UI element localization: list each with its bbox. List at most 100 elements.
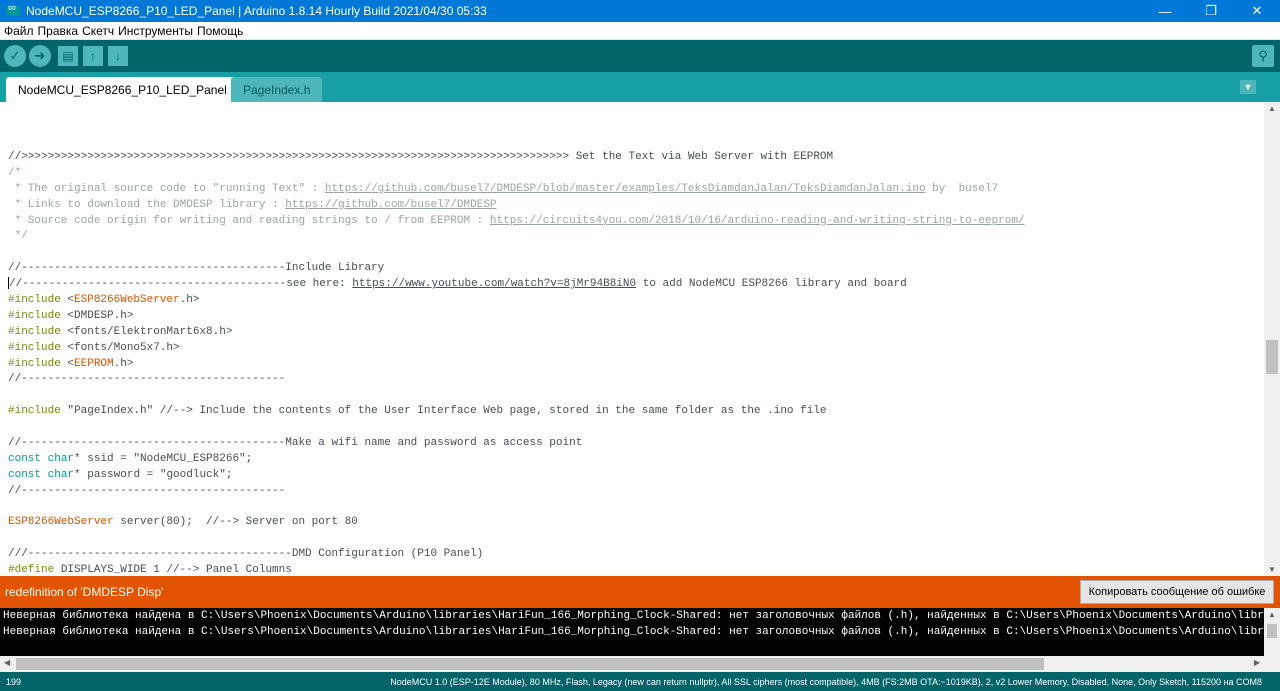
code-token: * ssid = "NodeMCU_ESP8266"; bbox=[74, 452, 253, 465]
code-token: #include bbox=[8, 357, 61, 370]
code-editor[interactable]: //>>>>>>>>>>>>>>>>>>>>>>>>>>>>>>>>>>>>>>… bbox=[0, 102, 1264, 576]
console-output[interactable]: Неверная библиотека найдена в C:\Users\P… bbox=[0, 608, 1264, 656]
console-vertical-scrollbar[interactable]: ▲ bbox=[1264, 608, 1280, 656]
code-line: //--------------------------------------… bbox=[8, 436, 1025, 452]
code-line: * Source code origin for writing and rea… bbox=[8, 214, 1025, 230]
arduino-logo-icon bbox=[6, 2, 20, 16]
code-token: <fonts/ElektronMart6x8.h> bbox=[60, 325, 233, 338]
code-token: //--------------------------------------… bbox=[9, 278, 353, 291]
code-line: #include <EEPROM.h> bbox=[8, 357, 1025, 373]
code-token[interactable]: https://github.com/busel7/DMDESP/blob/ma… bbox=[325, 183, 926, 195]
copy-error-button[interactable]: Копировать сообщение об ошибке bbox=[1080, 580, 1274, 604]
new-sketch-button[interactable]: ▤ bbox=[58, 46, 78, 66]
code-token: .h> bbox=[113, 357, 134, 370]
toolbar: ✓ ➜ ▤ ↑ ↓ ⚲ bbox=[0, 40, 1280, 72]
code-line: #include <fonts/ElektronMart6x8.h> bbox=[8, 325, 1025, 341]
code-token: by busel7 bbox=[925, 182, 999, 195]
scroll-left-icon[interactable]: ◀ bbox=[4, 658, 10, 667]
code-token: #include bbox=[8, 405, 61, 418]
code-token[interactable]: https://circuits4you.com/2018/10/16/ardu… bbox=[490, 215, 1025, 227]
arrow-up-icon: ↑ bbox=[90, 49, 96, 63]
close-button[interactable]: ✕ bbox=[1234, 0, 1280, 22]
status-bar: 199 NodeMCU 1.0 (ESP-12E Module), 80 MHz… bbox=[0, 672, 1280, 691]
menu-file[interactable]: Файл bbox=[4, 24, 38, 38]
checkmark-icon: ✓ bbox=[9, 48, 21, 63]
chevron-down-icon: ▼ bbox=[1243, 82, 1253, 92]
code-token: "PageIndex.h" //--> Include the contents… bbox=[60, 405, 827, 418]
restore-button[interactable]: ❐ bbox=[1188, 0, 1234, 22]
code-token: */ bbox=[8, 230, 28, 243]
code-line: ESP8266WebServer server(80); //--> Serve… bbox=[8, 515, 1025, 531]
window-title: NodeMCU_ESP8266_P10_LED_Panel | Arduino … bbox=[26, 4, 487, 18]
code-token: //--------------------------------------… bbox=[8, 262, 385, 275]
code-token: * Source code origin for writing and rea… bbox=[8, 214, 490, 227]
code-token: * The original source code to "running T… bbox=[8, 182, 325, 195]
code-line: * The original source code to "running T… bbox=[8, 182, 1025, 198]
code-line: #include <fonts/Mono5x7.h> bbox=[8, 341, 1025, 357]
code-line: const char* password = "goodluck"; bbox=[8, 468, 1025, 484]
code-token: #include bbox=[8, 341, 61, 354]
scroll-thumb[interactable] bbox=[1267, 624, 1277, 638]
scroll-thumb[interactable] bbox=[16, 658, 1044, 670]
code-token: //>>>>>>>>>>>>>>>>>>>>>>>>>>>>>>>>>>>>>>… bbox=[8, 151, 834, 163]
save-sketch-button[interactable]: ↓ bbox=[108, 46, 128, 66]
menu-tools[interactable]: Инструменты bbox=[118, 24, 197, 38]
code-line: //--------------------------------------… bbox=[8, 277, 1025, 293]
code-line: #define DISPLAYS_WIDE 1 //--> Panel Colu… bbox=[8, 563, 1025, 576]
code-line: */ bbox=[8, 229, 1025, 245]
minimize-button[interactable]: — bbox=[1142, 0, 1188, 22]
code-token: //--------------------------------------… bbox=[8, 437, 583, 450]
scroll-right-icon[interactable]: ▶ bbox=[1254, 658, 1260, 667]
code-token: char bbox=[47, 452, 75, 465]
code-line: //>>>>>>>>>>>>>>>>>>>>>>>>>>>>>>>>>>>>>>… bbox=[8, 150, 1025, 166]
code-token: //--------------------------------------… bbox=[8, 484, 286, 497]
code-token: ESP8266WebServer bbox=[74, 294, 180, 307]
scroll-up-icon[interactable]: ▲ bbox=[1268, 610, 1276, 619]
menu-edit[interactable]: Правка bbox=[38, 24, 83, 38]
menu-sketch[interactable]: Скетч bbox=[82, 24, 118, 38]
open-sketch-button[interactable]: ↑ bbox=[83, 46, 103, 66]
code-line: /* bbox=[8, 166, 1025, 182]
editor-vertical-scrollbar[interactable]: ▲ ▼ bbox=[1264, 102, 1280, 576]
board-info: NodeMCU 1.0 (ESP-12E Module), 80 MHz, Fl… bbox=[390, 676, 1262, 687]
menu-bar: Файл Правка Скетч Инструменты Помощь bbox=[0, 22, 1280, 40]
code-token: <DMDESP.h> bbox=[60, 309, 134, 322]
code-line: #include <ESP8266WebServer.h> bbox=[8, 293, 1025, 309]
scroll-thumb[interactable] bbox=[1266, 340, 1278, 374]
scroll-up-icon[interactable]: ▲ bbox=[1268, 104, 1276, 113]
menu-help[interactable]: Помощь bbox=[197, 24, 247, 38]
arrow-down-icon: ↓ bbox=[115, 49, 121, 63]
code-token: const bbox=[8, 452, 42, 465]
code-token: #include bbox=[8, 325, 61, 338]
code-token: <fonts/Mono5x7.h> bbox=[60, 341, 180, 354]
code-text[interactable]: //>>>>>>>>>>>>>>>>>>>>>>>>>>>>>>>>>>>>>>… bbox=[8, 150, 1025, 576]
code-token: * Links to download the DMDESP library : bbox=[8, 198, 286, 211]
console-line: Неверная библиотека найдена в C:\Users\P… bbox=[3, 610, 1264, 622]
code-token[interactable]: https://www.youtube.com/watch?v=8jMr94B8… bbox=[352, 278, 636, 290]
console-line: Неверная библиотека найдена в C:\Users\P… bbox=[3, 626, 1264, 638]
tab-main-sketch[interactable]: NodeMCU_ESP8266_P10_LED_Panel bbox=[6, 77, 239, 102]
title-bar: NodeMCU_ESP8266_P10_LED_Panel | Arduino … bbox=[0, 0, 1280, 22]
code-token: to add NodeMCU ESP8266 library and board bbox=[636, 278, 907, 291]
serial-monitor-button[interactable]: ⚲ bbox=[1252, 45, 1274, 67]
error-bar: redefinition of 'DMDESP Disp' Копировать… bbox=[0, 576, 1280, 608]
code-line: const char* ssid = "NodeMCU_ESP8266"; bbox=[8, 452, 1025, 468]
tab-menu-button[interactable]: ▼ bbox=[1240, 80, 1256, 94]
line-number: 199 bbox=[6, 676, 22, 687]
error-message: redefinition of 'DMDESP Disp' bbox=[5, 585, 164, 599]
tab-pageindex[interactable]: PageIndex.h bbox=[231, 77, 323, 102]
code-token: #include bbox=[8, 294, 61, 307]
code-token[interactable]: https://github.com/busel7/DMDESP bbox=[285, 199, 496, 211]
code-token: char bbox=[47, 468, 75, 481]
console-horizontal-scrollbar[interactable]: ◀ ▶ bbox=[0, 656, 1280, 672]
verify-button[interactable]: ✓ bbox=[4, 45, 26, 67]
upload-button[interactable]: ➜ bbox=[29, 45, 51, 67]
code-line: ///-------------------------------------… bbox=[8, 547, 1025, 563]
document-icon: ▤ bbox=[62, 49, 74, 63]
code-token: .h> bbox=[179, 294, 200, 307]
code-line: * Links to download the DMDESP library :… bbox=[8, 198, 1025, 214]
code-token: const bbox=[8, 468, 42, 481]
scroll-down-icon[interactable]: ▼ bbox=[1268, 565, 1276, 574]
